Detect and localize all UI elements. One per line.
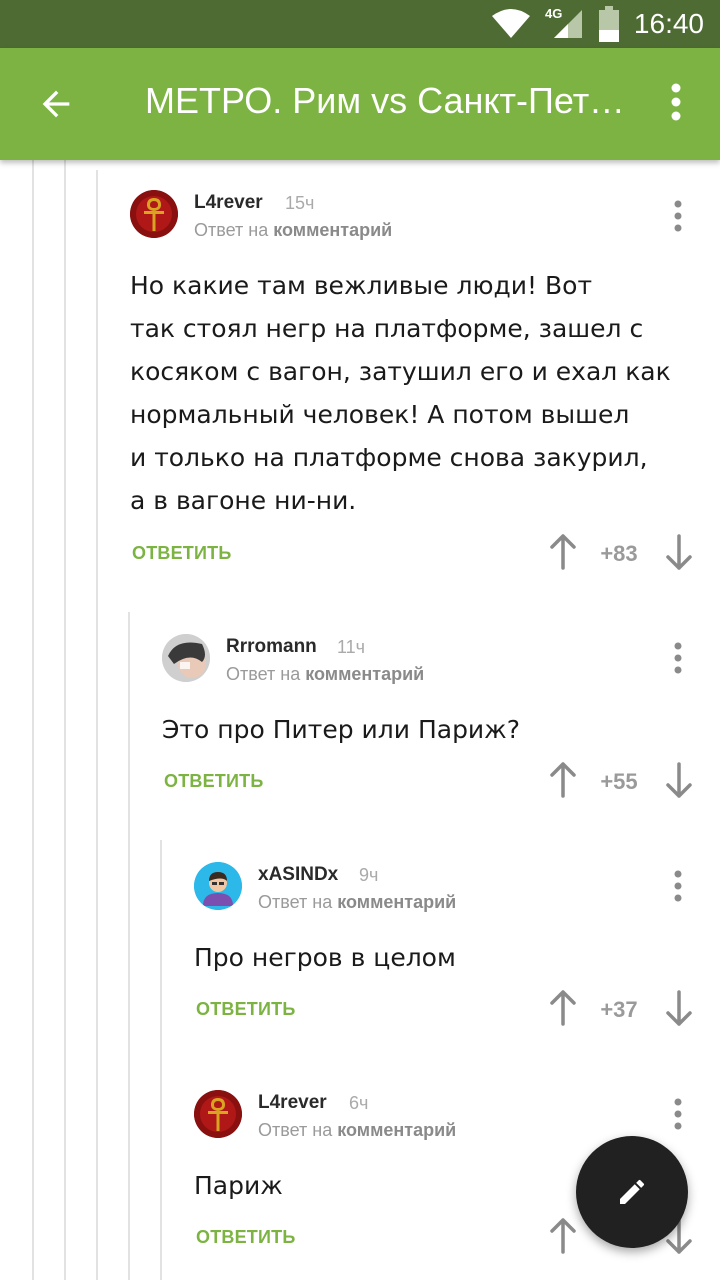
overflow-menu-button[interactable] <box>656 78 696 134</box>
thread-guide-line <box>160 840 162 1280</box>
avatar[interactable] <box>130 190 178 238</box>
app-bar: МЕТРО. Рим vs Санкт-Петербург <box>0 48 720 160</box>
reply-button[interactable]: ОТВЕТИТЬ <box>196 999 295 1020</box>
pencil-icon <box>620 1179 645 1204</box>
comment-more-button[interactable] <box>668 196 688 236</box>
comment-score: +83 <box>600 541 638 566</box>
more-vert-icon <box>674 870 682 902</box>
more-vert-icon <box>671 83 681 121</box>
comment-time: 9ч <box>359 865 379 885</box>
reply-button[interactable]: ОТВЕТИТЬ <box>164 771 263 792</box>
upvote-arrow-icon[interactable] <box>548 1218 578 1254</box>
comment-score: +37 <box>600 997 638 1022</box>
reply-target-link[interactable]: комментарий <box>337 1120 456 1140</box>
avatar[interactable] <box>194 862 242 910</box>
reply-target-link[interactable]: комментарий <box>305 664 424 684</box>
comment-author[interactable]: Rrromann <box>226 636 317 658</box>
comment-body: Но какие там вежливые люди! Вот так стоя… <box>130 271 671 515</box>
thread-guide-line <box>64 160 66 1280</box>
downvote-arrow-icon[interactable] <box>664 762 694 798</box>
downvote-arrow-icon[interactable] <box>664 990 694 1026</box>
wifi-icon <box>492 9 530 38</box>
comment-more-button[interactable] <box>668 638 688 678</box>
comment-author[interactable]: L4rever <box>194 192 263 214</box>
thread-guide-line <box>128 612 130 1280</box>
upvote-arrow-icon[interactable] <box>548 534 578 570</box>
more-vert-icon <box>674 1098 682 1130</box>
upvote-arrow-icon[interactable] <box>548 990 578 1026</box>
avatar[interactable] <box>162 634 210 682</box>
comment-time: 11ч <box>337 637 366 657</box>
battery-icon <box>599 6 619 42</box>
comment-body: Это про Питер или Париж? <box>162 715 520 744</box>
comment-time: 15ч <box>285 193 315 213</box>
page-title: МЕТРО. Рим vs Санкт-Петербург <box>145 80 625 121</box>
comment-author[interactable]: L4rever <box>258 1092 327 1114</box>
downvote-arrow-icon[interactable] <box>664 534 694 570</box>
more-vert-icon <box>674 200 682 232</box>
comment-more-button[interactable] <box>668 1094 688 1134</box>
comment-score: +55 <box>600 769 638 794</box>
status-time: 16:40 <box>633 8 704 39</box>
comment-thread[interactable]: L4rever 15ч Ответ на комментарий Но каки… <box>0 160 720 1280</box>
thread-guide-line <box>32 160 34 1280</box>
more-vert-icon <box>674 642 682 674</box>
reply-button[interactable]: ОТВЕТИТЬ <box>132 543 231 564</box>
status-bar: 4G 16:40 <box>0 0 720 48</box>
comment-body: Про негров в целом <box>194 943 456 972</box>
arrow-back-icon <box>42 90 70 118</box>
thread-guide-line <box>96 170 98 1280</box>
back-button[interactable] <box>24 76 84 132</box>
reply-button[interactable]: ОТВЕТИТЬ <box>196 1227 295 1248</box>
reply-reference[interactable]: Ответ на комментарий <box>258 1120 456 1141</box>
avatar[interactable] <box>194 1090 242 1138</box>
upvote-arrow-icon[interactable] <box>548 762 578 798</box>
reply-target-link[interactable]: комментарий <box>337 892 456 912</box>
comment-author[interactable]: xASINDx <box>258 864 338 886</box>
reply-reference[interactable]: Ответ на комментарий <box>226 664 424 685</box>
signal-icon <box>554 10 582 38</box>
reply-reference[interactable]: Ответ на комментарий <box>258 892 456 913</box>
comment-time: 6ч <box>349 1093 369 1113</box>
comment-more-button[interactable] <box>668 866 688 906</box>
reply-target-link[interactable]: комментарий <box>273 220 392 240</box>
reply-reference[interactable]: Ответ на комментарий <box>194 220 392 241</box>
compose-comment-fab[interactable] <box>576 1136 688 1248</box>
